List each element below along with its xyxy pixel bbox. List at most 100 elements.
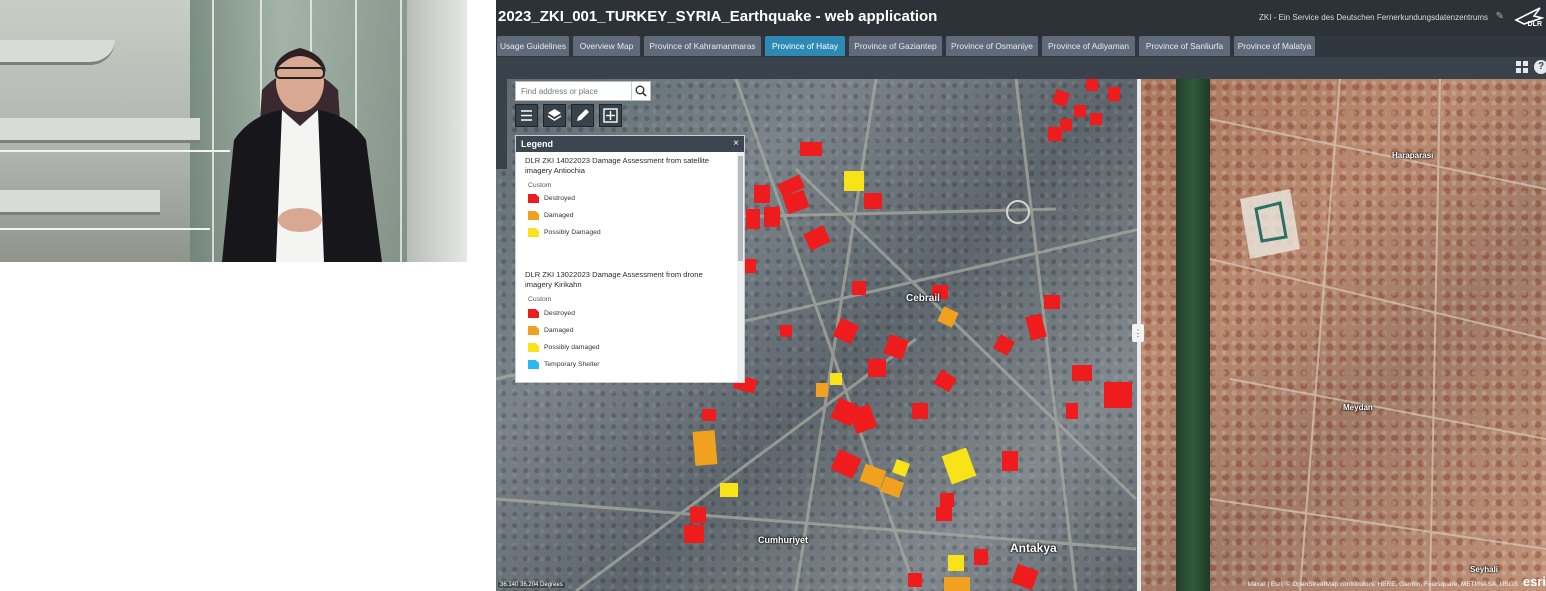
damage-damaged	[944, 577, 970, 591]
person-figure	[222, 48, 382, 262]
legend-item-label: Possibly damaged	[544, 344, 600, 351]
close-icon[interactable]: ×	[733, 138, 739, 149]
legend-item-label: Damaged	[544, 212, 574, 219]
legend-item-label: Destroyed	[544, 195, 575, 202]
damage-possibly	[830, 373, 842, 385]
legend-item-label: Possibly Damaged	[544, 229, 601, 236]
damage-destroyed	[800, 142, 822, 156]
tab-province-adiyaman[interactable]: Province of Adiyaman	[1042, 36, 1135, 56]
damage-destroyed	[754, 185, 770, 203]
swatch-temporary-shelter	[528, 360, 539, 369]
building-floor	[0, 118, 200, 143]
damage-damaged	[692, 430, 718, 466]
building-floor	[0, 40, 115, 65]
tab-province-malatya[interactable]: Province of Malatya	[1234, 36, 1315, 56]
tab-province-kahramanmaras[interactable]: Province of Kahramanmaras	[644, 36, 761, 56]
damage-destroyed	[1002, 451, 1018, 471]
swatch-possibly-damaged	[528, 228, 539, 237]
legend-scrollbar[interactable]	[737, 152, 744, 382]
legend-panel: Legend × DLR ZKI 14022023 Damage Assessm…	[515, 135, 745, 383]
damage-destroyed	[908, 573, 922, 587]
building-floor	[0, 190, 160, 215]
damage-destroyed	[1066, 403, 1078, 419]
damage-possibly	[720, 483, 738, 497]
legend-header: Legend ×	[516, 136, 744, 152]
search-box	[515, 81, 651, 101]
place-label-cumhuriyet: Cumhuriyet	[758, 535, 809, 545]
damage-destroyed	[764, 207, 780, 227]
legend-layer-name: DLR ZKI 14022023 Damage Assessment from …	[525, 156, 710, 175]
railing	[0, 228, 210, 230]
swatch-destroyed	[528, 194, 539, 203]
building-wall	[407, 0, 467, 262]
grid-layout-icon[interactable]	[1515, 60, 1529, 74]
place-label-antakya: Antakya	[1010, 541, 1057, 555]
tab-usage-guidelines[interactable]: Usage Guidelines	[497, 36, 569, 56]
damage-possibly	[948, 555, 964, 571]
tab-overview-map[interactable]: Overview Map	[573, 36, 640, 56]
damage-destroyed	[864, 193, 882, 209]
place-label-seyhali: Seyhali	[1470, 565, 1499, 574]
web-application-screenshot: 2023_ZKI_001_TURKEY_SYRIA_Earthquake - w…	[496, 0, 1546, 591]
swatch-possibly-damaged	[528, 343, 539, 352]
tab-province-hatay[interactable]: Province of Hatay	[765, 36, 845, 56]
legend-group-label: Custom	[528, 182, 552, 189]
damage-destroyed	[1074, 105, 1086, 117]
damage-destroyed	[780, 325, 792, 337]
satellite-map-before[interactable]: Cebrail Cumhuriyet Antakya Find address …	[496, 79, 1140, 591]
list-icon[interactable]	[515, 104, 538, 127]
esri-logo: esri	[1522, 574, 1546, 589]
railing	[0, 150, 230, 152]
legend-item-label: Damaged	[544, 327, 574, 334]
legend-group-label: Custom	[528, 296, 552, 303]
swipe-handle[interactable]: ⋮	[1132, 324, 1144, 342]
damage-destroyed	[868, 359, 886, 377]
damage-destroyed	[852, 281, 866, 295]
search-icon[interactable]	[631, 82, 650, 100]
toolbar-strip	[496, 57, 1546, 79]
damage-destroyed	[1086, 79, 1098, 91]
swatch-damaged	[528, 211, 539, 220]
edit-draw-icon[interactable]	[571, 104, 594, 127]
damage-destroyed	[1072, 365, 1092, 381]
damage-destroyed	[744, 259, 756, 273]
tab-province-sanliurfa[interactable]: Province of Sanliurfa	[1139, 36, 1230, 56]
damage-destroyed	[1090, 113, 1102, 125]
legend-layer-name: DLR ZKI 13022023 Damage Assessment from …	[525, 270, 703, 289]
search-input[interactable]	[516, 82, 637, 100]
damage-destroyed	[746, 209, 760, 229]
damage-destroyed	[1108, 87, 1120, 101]
swatch-destroyed	[528, 309, 539, 318]
damage-destroyed	[702, 409, 716, 421]
legend-item-label: Temporary Shelter	[544, 361, 600, 368]
damage-destroyed	[912, 403, 928, 419]
edit-icon[interactable]: ✎	[1496, 11, 1504, 22]
damage-destroyed	[936, 507, 952, 521]
coordinate-readout: 36.140 36.204 Degrees	[498, 582, 565, 588]
damage-destroyed	[1048, 127, 1062, 141]
layers-icon[interactable]	[543, 104, 566, 127]
damage-destroyed	[974, 549, 988, 565]
damage-destroyed	[1104, 382, 1132, 408]
scrollbar-thumb[interactable]	[738, 156, 743, 261]
measure-icon[interactable]	[599, 104, 622, 127]
tab-province-osmaniye[interactable]: Province of Osmaniye	[946, 36, 1038, 56]
damage-destroyed	[690, 507, 706, 523]
map-side-controls	[496, 79, 507, 169]
damage-destroyed	[1044, 295, 1060, 309]
map-view[interactable]: Cebrail Cumhuriyet Antakya Find address …	[496, 79, 1546, 591]
app-header: 2023_ZKI_001_TURKEY_SYRIA_Earthquake - w…	[496, 0, 1546, 36]
place-label-cebrail: Cebrail	[906, 293, 940, 304]
help-icon[interactable]: ?	[1534, 60, 1546, 74]
damage-destroyed	[684, 525, 704, 543]
place-label-meydan: Meydan	[1343, 403, 1373, 412]
map-attribution: Maxar | Esri, © OpenStreetMap contributo…	[1247, 581, 1518, 588]
tab-bar: Usage Guidelines Overview Map Province o…	[496, 36, 1546, 57]
damage-damaged	[816, 383, 828, 397]
satellite-map-after[interactable]: Haraparası Meydan Seyhali Maxar | Esri, …	[1140, 79, 1546, 591]
tab-province-gaziantep[interactable]: Province of Gaziantep	[849, 36, 942, 56]
damage-possibly	[844, 171, 864, 191]
city-blocks	[1209, 79, 1546, 591]
place-label-haraparasi: Haraparası	[1392, 151, 1434, 160]
swatch-damaged	[528, 326, 539, 335]
